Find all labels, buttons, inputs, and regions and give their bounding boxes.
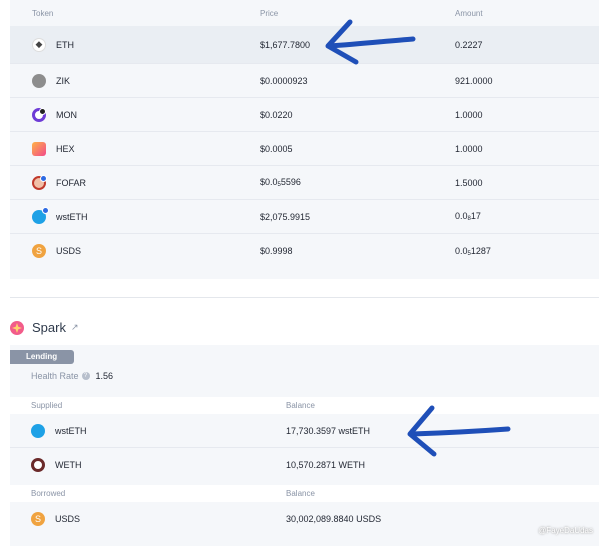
fofar-icon	[32, 174, 47, 190]
external-link-icon[interactable]: ↗	[71, 322, 79, 333]
token-header: Token	[32, 8, 54, 18]
token-symbol: HEX	[56, 143, 75, 154]
spark-title: Spark	[32, 320, 66, 335]
token-table: Token Price Amount ◆ ETH $1,677.7800 0.22…	[10, 0, 599, 279]
borrowed-header: Borrowed Balance	[10, 485, 599, 502]
borrowed-row-usds[interactable]: S USDS 30,002,089.8840 USDS	[10, 502, 599, 536]
spark-protocol-header: Spark ↗	[10, 320, 79, 335]
token-price: $0.0000923	[260, 75, 308, 86]
token-symbol: wstETH	[56, 211, 88, 222]
token-amount: 0.051287	[455, 245, 491, 257]
token-symbol: MON	[56, 109, 77, 120]
info-icon[interactable]: ?	[81, 372, 90, 380]
token-symbol: USDS	[56, 246, 82, 256]
weth-icon	[31, 458, 45, 472]
hex-icon	[32, 141, 46, 156]
token-row-mon[interactable]: MON $0.0220 1.0000	[10, 98, 599, 132]
section-divider	[10, 297, 599, 298]
asset-balance: 17,730.3597 wstETH	[286, 425, 371, 436]
annotation-arrow-price	[325, 19, 416, 65]
usds-icon: S	[31, 512, 45, 526]
mon-icon	[32, 107, 46, 122]
health-rate: Health Rate ? 1.56	[31, 371, 113, 381]
usds-icon: S	[32, 244, 46, 258]
supplied-label: Supplied	[31, 401, 63, 410]
spark-logo-icon	[10, 320, 24, 335]
zik-icon	[32, 73, 46, 88]
token-amount: 1.0000	[455, 109, 483, 120]
price-header: Price	[260, 8, 279, 18]
token-row-wsteth[interactable]: wstETH $2,075.9915 0.0817	[10, 200, 599, 234]
wsteth-icon	[32, 206, 49, 224]
token-table-header: Token Price Amount	[10, 0, 599, 26]
token-amount: 0.2227	[455, 39, 483, 50]
token-amount: 921.0000	[455, 75, 493, 86]
asset-symbol: wstETH	[55, 425, 87, 436]
balance-label: Balance	[286, 489, 315, 498]
asset-symbol: USDS	[55, 514, 81, 524]
token-symbol: ZIK	[56, 75, 71, 86]
asset-balance: 10,570.2871 WETH	[286, 460, 366, 470]
health-rate-value: 1.56	[95, 371, 114, 381]
token-symbol: FOFAR	[56, 177, 87, 188]
health-rate-label: Health Rate	[31, 371, 79, 381]
asset-balance: 30,002,089.8840 USDS	[286, 514, 382, 524]
token-amount: 0.0817	[455, 211, 481, 222]
token-row-usds[interactable]: S USDS $0.9998 0.051287	[10, 234, 599, 268]
token-symbol: ETH	[56, 39, 74, 50]
token-amount: 1.0000	[455, 143, 483, 154]
token-price: $0.0005	[260, 143, 293, 154]
watermark: @FayeDaUdas	[538, 526, 593, 535]
borrowed-label: Borrowed	[31, 489, 66, 498]
annotation-arrow-balance	[407, 405, 511, 457]
lending-tag: Lending	[10, 350, 74, 364]
amount-header: Amount	[455, 8, 483, 18]
token-row-hex[interactable]: HEX $0.0005 1.0000	[10, 132, 599, 166]
balance-label: Balance	[286, 401, 315, 410]
asset-symbol: WETH	[55, 460, 82, 470]
token-amount: 1.5000	[455, 177, 483, 188]
token-price: $0.9998	[260, 246, 293, 256]
token-row-zik[interactable]: ZIK $0.0000923 921.0000	[10, 64, 599, 98]
token-row-eth[interactable]: ◆ ETH $1,677.7800 0.2227	[10, 26, 599, 64]
token-price: $0.0220	[260, 109, 293, 120]
eth-icon: ◆	[32, 37, 46, 52]
token-price: $1,677.7800	[260, 39, 311, 50]
token-price: $0.055596	[260, 177, 301, 188]
wsteth-icon	[31, 423, 45, 438]
token-price: $2,075.9915	[260, 211, 311, 222]
token-row-fofar[interactable]: FOFAR $0.055596 1.5000	[10, 166, 599, 200]
